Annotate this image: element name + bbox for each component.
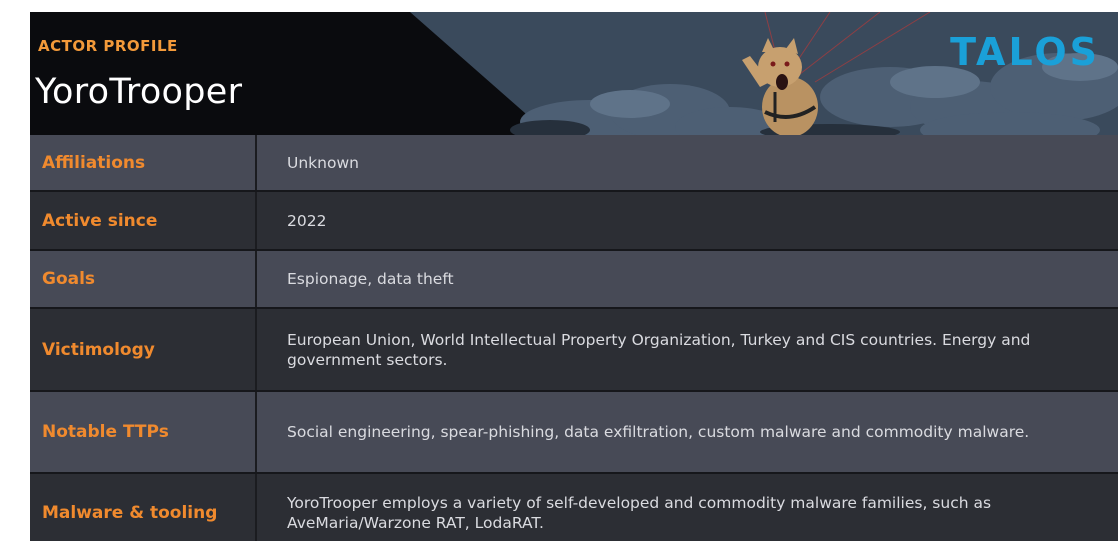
table-row: Malware & tooling YoroTrooper employs a …: [30, 472, 1118, 541]
actor-profile-card: ACTOR PROFILE YoroTrooper TALOS Affiliat…: [30, 12, 1118, 541]
table-row: Affiliations Unknown: [30, 135, 1118, 190]
profile-table: Affiliations Unknown Active since 2022 G…: [30, 135, 1118, 541]
brand-logo: TALOS: [950, 30, 1100, 74]
column-divider: [255, 251, 257, 307]
profile-header: ACTOR PROFILE YoroTrooper TALOS: [30, 12, 1118, 135]
table-row: Victimology European Union, World Intell…: [30, 307, 1118, 390]
row-label: Malware & tooling: [42, 502, 218, 523]
row-value: European Union, World Intellectual Prope…: [287, 330, 1031, 369]
row-label: Active since: [42, 210, 158, 231]
row-label: Affiliations: [42, 152, 146, 173]
row-value: Espionage, data theft: [287, 270, 454, 288]
column-divider: [255, 192, 257, 249]
eyebrow-label: ACTOR PROFILE: [38, 37, 178, 55]
column-divider: [255, 392, 257, 472]
row-value: 2022: [287, 211, 327, 230]
table-row: Active since 2022: [30, 190, 1118, 249]
row-value: Unknown: [287, 153, 359, 172]
row-value: YoroTrooper employs a variety of self-de…: [287, 493, 992, 532]
table-row: Goals Espionage, data theft: [30, 249, 1118, 307]
table-row: Notable TTPs Social engineering, spear-p…: [30, 390, 1118, 472]
column-divider: [255, 309, 257, 390]
column-divider: [255, 474, 257, 541]
row-value: Social engineering, spear-phishing, data…: [287, 423, 1030, 441]
row-label: Victimology: [42, 339, 155, 360]
column-divider: [255, 135, 257, 190]
page-title: YoroTrooper: [35, 72, 243, 112]
row-label: Goals: [42, 269, 96, 289]
row-label: Notable TTPs: [42, 422, 169, 442]
